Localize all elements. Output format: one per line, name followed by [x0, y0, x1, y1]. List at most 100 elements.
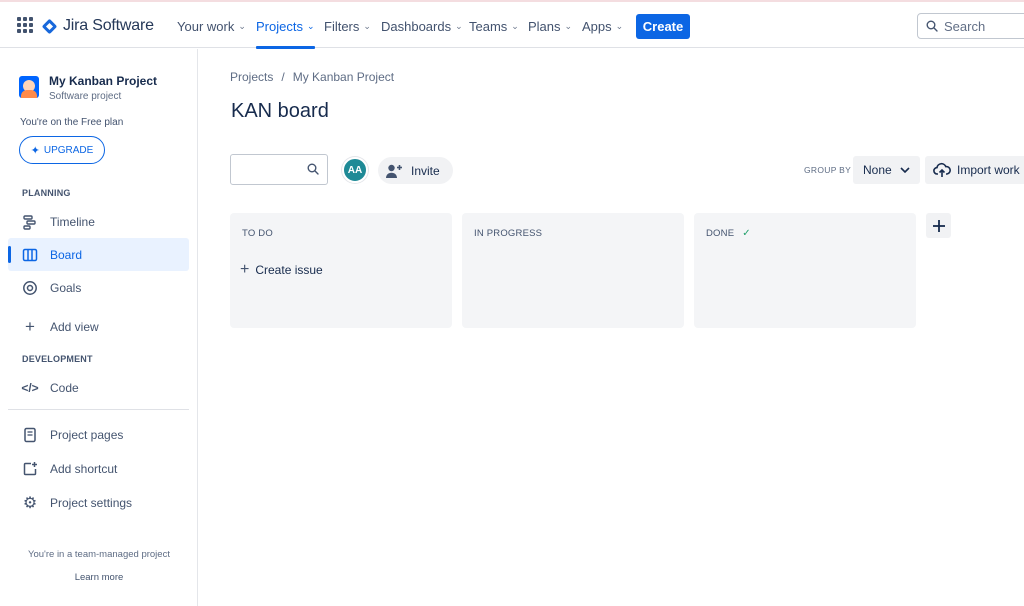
goals-icon: [22, 280, 38, 296]
nav-plans-label: Plans: [528, 18, 561, 34]
add-column-button[interactable]: [926, 213, 951, 238]
nav-apps-label: Apps: [582, 18, 612, 34]
breadcrumb-project[interactable]: My Kanban Project: [293, 70, 394, 84]
create-issue-label: Create issue: [255, 263, 323, 277]
create-button[interactable]: Create: [636, 14, 690, 39]
import-work-button[interactable]: Import work: [925, 156, 1024, 184]
sidebar-item-label: Code: [50, 380, 79, 395]
board-column-in-progress: IN PROGRESS: [462, 213, 684, 328]
sidebar-item-label: Add shortcut: [50, 461, 118, 476]
chevron-down-icon: ⌄: [564, 20, 573, 31]
invite-label: Invite: [411, 163, 440, 178]
nav-projects-label: Projects: [256, 18, 303, 34]
project-type: Software project: [49, 91, 122, 102]
jira-logo[interactable]: Jira Software: [42, 15, 154, 37]
plus-icon: +: [240, 261, 250, 278]
upgrade-label: UPGRADE: [43, 144, 94, 156]
search-icon: [307, 163, 319, 175]
column-title-text: DONE: [706, 228, 735, 239]
sidebar-divider: [8, 409, 189, 410]
chevron-down-icon: ⌄: [615, 20, 624, 31]
chevron-down-icon: ⌄: [238, 20, 246, 31]
sidebar-item-label: Goals: [50, 280, 82, 295]
sidebar-item-label: Project pages: [50, 427, 124, 442]
global-search-input[interactable]: [944, 18, 1024, 34]
sidebar-item-code[interactable]: </> Code: [8, 371, 189, 404]
breadcrumb-projects[interactable]: Projects: [230, 70, 273, 84]
sidebar-item-add-shortcut[interactable]: Add shortcut: [8, 452, 189, 485]
nav-teams-label: Teams: [469, 18, 508, 34]
sidebar-item-label: Timeline: [50, 214, 95, 229]
sidebar-item-label: Board: [50, 247, 83, 262]
group-by-dropdown[interactable]: None: [853, 156, 920, 184]
plus-icon: +: [25, 316, 35, 336]
page-title: KAN board: [231, 100, 329, 122]
nav-teams[interactable]: Teams ⌄: [469, 16, 519, 36]
sidebar-item-project-pages[interactable]: Project pages: [8, 418, 189, 451]
project-avatar[interactable]: [19, 76, 39, 98]
app-name: Jira Software: [63, 17, 154, 34]
group-by-value: None: [863, 163, 892, 177]
team-managed-note: You're in a team-managed project: [28, 549, 170, 560]
add-shortcut-icon: [22, 461, 38, 477]
board-search[interactable]: [230, 154, 328, 185]
cloud-upload-icon: [933, 162, 951, 177]
sidebar-item-label: Project settings: [50, 495, 133, 510]
chevron-down-icon: ⌄: [511, 20, 519, 31]
upgrade-button[interactable]: ✦ UPGRADE: [19, 136, 105, 164]
column-title: DONE ✓: [706, 228, 751, 239]
project-name[interactable]: My Kanban Project: [49, 74, 157, 88]
nav-projects[interactable]: Projects ⌄: [256, 16, 315, 49]
nav-filters-label: Filters: [324, 18, 360, 34]
add-person-icon: [386, 164, 402, 178]
development-heading: DEVELOPMENT: [22, 354, 93, 364]
planning-heading: PLANNING: [22, 188, 71, 198]
plus-icon: [932, 219, 945, 232]
column-title-text: IN PROGRESS: [474, 228, 543, 239]
nav-filters[interactable]: Filters ⌄: [324, 16, 371, 36]
breadcrumb: Projects / My Kanban Project: [230, 70, 394, 84]
column-title-text: TO DO: [242, 228, 273, 239]
jira-diamond-icon: [42, 19, 57, 34]
chevron-down-icon: ⌄: [455, 20, 463, 31]
user-avatar[interactable]: AA: [342, 157, 368, 183]
global-search[interactable]: [917, 13, 1024, 39]
board-column-done: DONE ✓: [694, 213, 916, 328]
chevron-down-icon: ⌄: [306, 20, 315, 31]
chevron-down-icon: ⌄: [363, 20, 371, 31]
sidebar-item-timeline[interactable]: Timeline: [8, 205, 189, 238]
nav-dashboards-label: Dashboards: [381, 18, 452, 34]
sparkle-icon: ✦: [30, 144, 40, 157]
create-issue-button[interactable]: + Create issue: [240, 261, 323, 278]
breadcrumb-separator: /: [281, 70, 285, 84]
board-icon: [22, 247, 38, 263]
chevron-down-icon: [900, 167, 910, 173]
group-by-label: GROUP BY: [804, 165, 852, 175]
check-icon: ✓: [742, 228, 751, 239]
nav-dashboards[interactable]: Dashboards ⌄: [381, 16, 463, 36]
column-title: TO DO: [242, 228, 273, 239]
timeline-icon: [22, 214, 38, 230]
app-switcher-icon[interactable]: [17, 17, 33, 33]
sidebar-item-add-view[interactable]: + Add view: [8, 310, 189, 343]
sidebar-item-project-settings[interactable]: ⚙ Project settings: [8, 486, 189, 519]
nav-plans[interactable]: Plans ⌄: [528, 16, 572, 36]
board-column-todo: TO DO + Create issue: [230, 213, 452, 328]
sidebar-item-goals[interactable]: Goals: [8, 271, 189, 304]
invite-button[interactable]: Invite: [378, 157, 453, 184]
code-icon: </>: [21, 380, 39, 395]
sidebar-item-board[interactable]: Board: [8, 238, 189, 271]
plan-text: You're on the Free plan: [20, 117, 124, 128]
page-icon: [22, 427, 38, 443]
learn-more-link[interactable]: Learn more: [0, 572, 198, 583]
import-work-label: Import work: [957, 163, 1020, 177]
search-icon: [926, 20, 938, 32]
nav-apps[interactable]: Apps ⌄: [582, 16, 623, 36]
board-search-input[interactable]: [237, 161, 303, 179]
gear-icon: ⚙: [22, 494, 38, 512]
project-sidebar: My Kanban Project Software project You'r…: [0, 49, 198, 606]
nav-your-work-label: Your work: [177, 18, 235, 34]
top-navigation: Jira Software Your work ⌄ Projects ⌄ Filte…: [0, 0, 1024, 49]
column-title: IN PROGRESS: [474, 228, 542, 239]
nav-your-work[interactable]: Your work ⌄: [177, 16, 246, 36]
